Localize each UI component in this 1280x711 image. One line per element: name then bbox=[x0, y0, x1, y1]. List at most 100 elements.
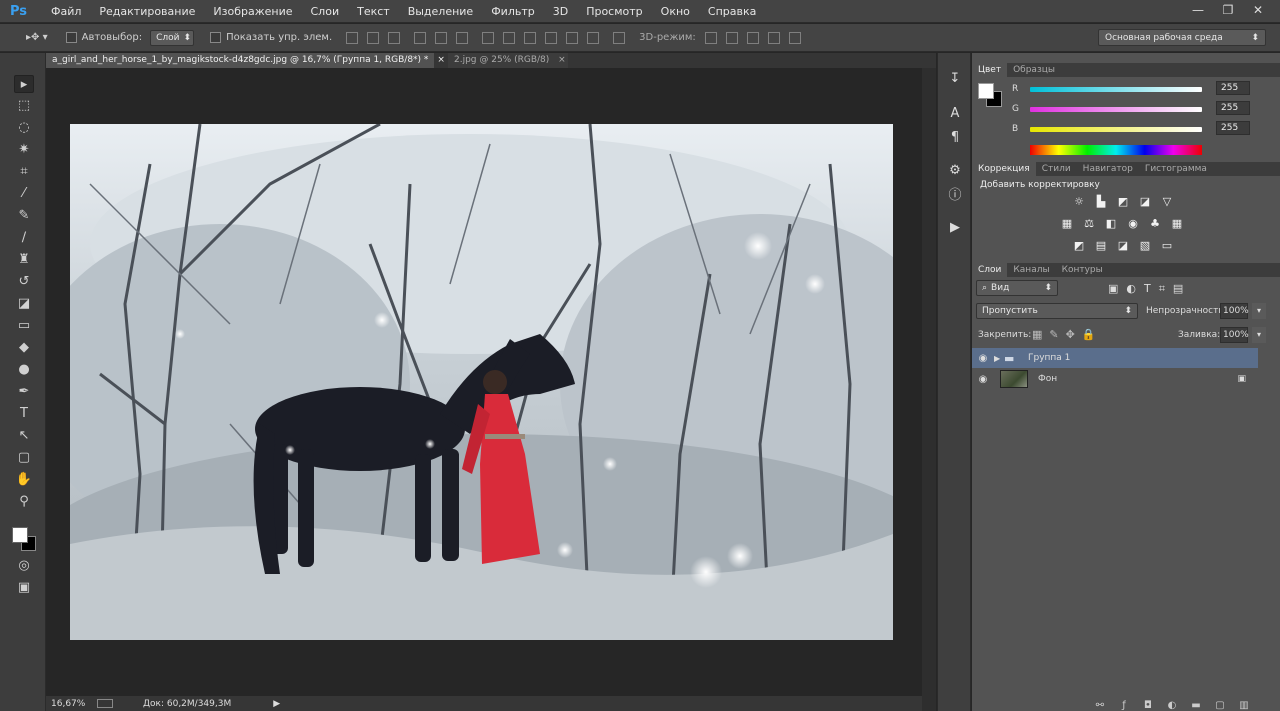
dodge-tool-icon[interactable]: ● bbox=[14, 361, 34, 379]
3d-slide-icon[interactable] bbox=[767, 31, 780, 44]
green-slider-bar[interactable] bbox=[1030, 106, 1202, 112]
menu-help[interactable]: Справка bbox=[699, 5, 765, 18]
blur-tool-icon[interactable]: ◆ bbox=[14, 339, 34, 357]
align-top-icon[interactable] bbox=[346, 31, 359, 44]
tab-paths[interactable]: Контуры bbox=[1056, 263, 1109, 277]
fill-input[interactable]: 100% bbox=[1220, 327, 1249, 343]
photo-filter-icon[interactable]: ◉ bbox=[1126, 218, 1140, 230]
path-select-tool-icon[interactable]: ↖ bbox=[14, 427, 34, 445]
add-mask-icon[interactable]: ◘ bbox=[1142, 701, 1154, 711]
autoselect-checkbox[interactable] bbox=[65, 32, 77, 43]
clone-stamp-tool-icon[interactable]: ♜ bbox=[14, 251, 34, 269]
menu-filter[interactable]: Фильтр bbox=[482, 5, 544, 18]
tab-swatches[interactable]: Образцы bbox=[1007, 63, 1061, 77]
tab-styles[interactable]: Стили bbox=[1036, 162, 1077, 176]
3d-scale-icon[interactable] bbox=[788, 31, 801, 44]
tab-histogram[interactable]: Гистограмма bbox=[1139, 162, 1213, 176]
tab-navigator[interactable]: Навигатор bbox=[1077, 162, 1139, 176]
tab-close-icon[interactable]: × bbox=[437, 55, 445, 65]
show-controls-checkbox[interactable] bbox=[210, 32, 222, 43]
visibility-eye-icon[interactable]: ◉ bbox=[972, 353, 994, 364]
distribute-vcenter-icon[interactable] bbox=[503, 31, 516, 44]
align-vcenter-icon[interactable] bbox=[367, 31, 380, 44]
brightness-icon[interactable]: ☼ bbox=[1072, 196, 1086, 208]
channel-mixer-icon[interactable]: ♣ bbox=[1148, 218, 1162, 230]
blue-slider[interactable]: B 255 bbox=[1012, 121, 1250, 136]
brush-presets-icon[interactable]: ⚙ bbox=[947, 163, 963, 179]
layer-filter-icons[interactable]: ▣◐T⌗▤ bbox=[1108, 282, 1191, 296]
tab-close-icon[interactable]: × bbox=[558, 55, 566, 65]
foreground-color-swatch-top[interactable] bbox=[12, 527, 28, 543]
curves-icon[interactable]: ◩ bbox=[1116, 196, 1130, 208]
adjustment-layer-icon[interactable]: ◐ bbox=[1166, 701, 1178, 711]
visibility-eye-icon[interactable]: ◉ bbox=[972, 374, 994, 385]
red-slider-bar[interactable] bbox=[1030, 86, 1202, 92]
move-tool-preset-icon[interactable]: ▸✥ ▾ bbox=[26, 32, 48, 43]
actions-panel-icon[interactable]: ▶ bbox=[947, 220, 963, 236]
exposure-icon[interactable]: ◪ bbox=[1138, 196, 1152, 208]
quick-mask-icon[interactable]: ◎ bbox=[14, 557, 34, 575]
document-canvas-image[interactable] bbox=[70, 124, 893, 640]
shape-tool-icon[interactable]: ▢ bbox=[14, 449, 34, 467]
tab-layers[interactable]: Слои bbox=[972, 263, 1008, 277]
gradient-tool-icon[interactable]: ▭ bbox=[14, 317, 34, 335]
color-balance-icon[interactable]: ⚖ bbox=[1082, 218, 1096, 230]
hue-sat-icon[interactable]: ▦ bbox=[1060, 218, 1074, 230]
opacity-dropdown-icon[interactable]: ▾ bbox=[1252, 303, 1266, 319]
vibrance-icon[interactable]: ▽ bbox=[1160, 196, 1174, 208]
new-layer-icon[interactable]: ▢ bbox=[1214, 701, 1226, 711]
green-slider[interactable]: G 255 bbox=[1012, 101, 1250, 116]
new-group-icon[interactable]: ▬ bbox=[1190, 701, 1202, 711]
threshold-icon[interactable]: ◪ bbox=[1116, 240, 1130, 252]
info-panel-icon[interactable]: ⓘ bbox=[947, 188, 963, 204]
canvas-scrollbar[interactable] bbox=[922, 68, 936, 711]
red-value[interactable]: 255 bbox=[1216, 81, 1250, 95]
align-bottom-icon[interactable] bbox=[388, 31, 401, 44]
align-right-icon[interactable] bbox=[456, 31, 469, 44]
distribute-right-icon[interactable] bbox=[587, 31, 600, 44]
move-tool-icon[interactable]: ▸ bbox=[14, 75, 34, 93]
screen-mode-icon[interactable]: ▣ bbox=[14, 579, 34, 597]
lasso-tool-icon[interactable]: ◌ bbox=[14, 119, 34, 137]
menu-edit[interactable]: Редактирование bbox=[90, 5, 204, 18]
menu-image[interactable]: Изображение bbox=[204, 5, 301, 18]
delete-layer-icon[interactable]: ▥ bbox=[1238, 701, 1250, 711]
align-hcenter-icon[interactable] bbox=[435, 31, 448, 44]
auto-align-icon[interactable] bbox=[613, 31, 626, 44]
distribute-left-icon[interactable] bbox=[545, 31, 558, 44]
lock-icons[interactable]: ▦✎✥🔒 bbox=[1032, 328, 1103, 341]
levels-icon[interactable]: ▙ bbox=[1094, 196, 1108, 208]
bw-icon[interactable]: ◧ bbox=[1104, 218, 1118, 230]
menu-select[interactable]: Выделение bbox=[399, 5, 483, 18]
pen-tool-icon[interactable]: ✒ bbox=[14, 383, 34, 401]
menu-window[interactable]: Окно bbox=[652, 5, 699, 18]
healing-brush-tool-icon[interactable]: ✎ bbox=[14, 207, 34, 225]
hand-tool-icon[interactable]: ✋ bbox=[14, 471, 34, 489]
fx-icon[interactable]: ƒ bbox=[1118, 701, 1130, 711]
fg-color-chip[interactable] bbox=[978, 83, 994, 99]
eyedropper-tool-icon[interactable]: ⁄ bbox=[14, 185, 34, 203]
gradient-map-icon[interactable]: ▭ bbox=[1160, 240, 1174, 252]
close-button[interactable]: ✕ bbox=[1246, 2, 1270, 19]
status-arrow-icon[interactable]: ▶ bbox=[273, 699, 280, 709]
3d-rotate-icon[interactable] bbox=[704, 31, 717, 44]
selective-color-icon[interactable]: ▧ bbox=[1138, 240, 1152, 252]
tab-adjustments[interactable]: Коррекция bbox=[972, 162, 1036, 176]
3d-pan-icon[interactable] bbox=[746, 31, 759, 44]
autoselect-select[interactable]: Слой ⬍ bbox=[150, 29, 195, 46]
distribute-hcenter-icon[interactable] bbox=[566, 31, 579, 44]
expand-arrow-icon[interactable]: ▶ bbox=[994, 354, 1004, 363]
marquee-tool-icon[interactable]: ⬚ bbox=[14, 97, 34, 115]
tab-document-1[interactable]: a_girl_and_her_horse_1_by_magikstock-d4z… bbox=[46, 53, 445, 68]
color-spectrum-ramp[interactable] bbox=[1030, 145, 1202, 155]
crop-tool-icon[interactable]: ⌗ bbox=[14, 163, 34, 181]
type-tool-icon[interactable]: T bbox=[14, 405, 34, 423]
quick-select-tool-icon[interactable]: ✷ bbox=[14, 141, 34, 159]
character-panel-icon[interactable]: A bbox=[947, 106, 963, 122]
blend-mode-select[interactable]: Пропустить ⬍ bbox=[976, 303, 1138, 319]
distribute-bottom-icon[interactable] bbox=[524, 31, 537, 44]
restore-button[interactable]: ❐ bbox=[1216, 2, 1240, 19]
zoom-readout[interactable]: 16,67% bbox=[51, 699, 91, 709]
fill-dropdown-icon[interactable]: ▾ bbox=[1252, 327, 1266, 343]
green-value[interactable]: 255 bbox=[1216, 101, 1250, 115]
